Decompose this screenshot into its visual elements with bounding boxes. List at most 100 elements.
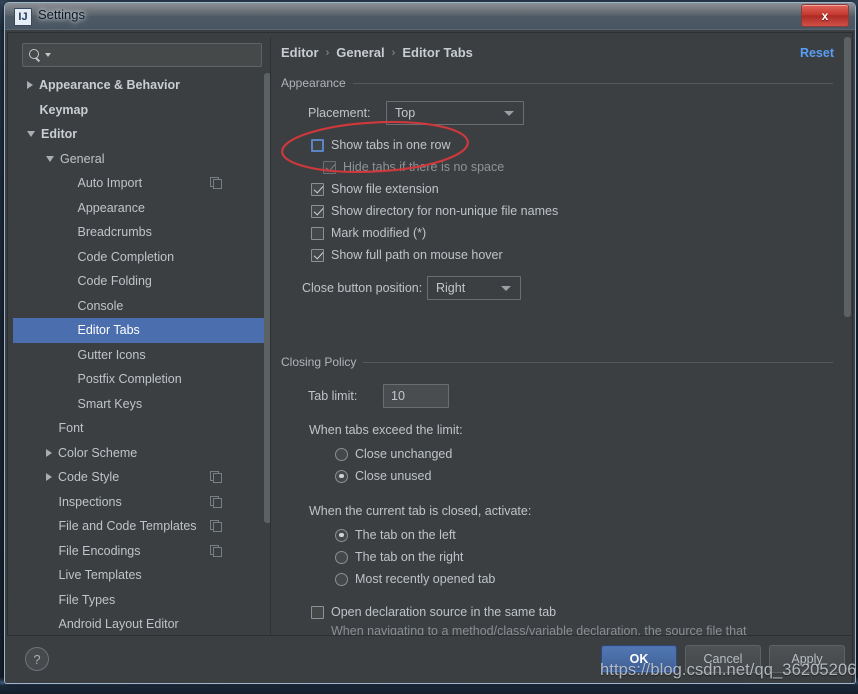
sidebar-item-gutter-icons[interactable]: Gutter Icons: [13, 343, 268, 368]
sidebar-item-editor-tabs[interactable]: Editor Tabs: [13, 318, 268, 343]
close-button-position-select[interactable]: Right: [427, 276, 521, 300]
search-icon: [29, 48, 43, 62]
sidebar-item-code-completion[interactable]: Code Completion: [13, 245, 268, 270]
sidebar-item-keymap[interactable]: Keymap: [13, 98, 268, 123]
sidebar-item-file-types[interactable]: File Types: [13, 588, 268, 613]
sidebar-item-auto-import[interactable]: Auto Import: [13, 171, 268, 196]
close-button-position-label: Close button position:: [302, 281, 423, 295]
chevron-right-icon[interactable]: [27, 81, 33, 90]
radio-close-unchanged[interactable]: [335, 447, 348, 461]
sidebar-item-font[interactable]: Font: [13, 416, 268, 441]
module-copy-icon: [210, 520, 222, 532]
sidebar-item-postfix-completion[interactable]: Postfix Completion: [13, 367, 268, 392]
checkbox-label: Show full path on mouse hover: [331, 248, 503, 262]
sidebar-item-smart-keys[interactable]: Smart Keys: [13, 392, 268, 417]
intellij-idea-icon: IJ: [14, 8, 32, 26]
settings-tree[interactable]: Appearance & Behavior Keymap Editor General…: [13, 73, 268, 665]
appearance-group-label: Appearance: [281, 76, 346, 90]
sidebar-item-file-and-code-templates[interactable]: File and Code Templates: [13, 514, 268, 539]
checkbox-hide-tabs-if-there-is-no-space[interactable]: [323, 160, 336, 174]
sidebar-item-editor[interactable]: Editor: [13, 122, 268, 147]
help-button[interactable]: ?: [25, 647, 49, 671]
screen: IJ Settings x Appearance & Behavior Keyma…: [0, 0, 858, 694]
sidebar-item-file-encodings[interactable]: File Encodings: [13, 539, 268, 564]
sidebar-item-label: Code Folding: [77, 274, 152, 289]
checkbox-show-directory-for-non-unique-file-names[interactable]: [311, 204, 324, 218]
exceed-limit-option-close-unchanged[interactable]: Close unchanged: [335, 443, 833, 465]
radio-most-recently-opened-tab[interactable]: [335, 572, 348, 586]
radio-the-tab-on-the-left[interactable]: [335, 528, 348, 542]
activate-radio-group: The tab on the left The tab on the right M…: [335, 524, 833, 590]
breadcrumb-separator-icon: ›: [391, 46, 396, 59]
checkbox-show-file-extension[interactable]: [311, 182, 324, 196]
tab-limit-field[interactable]: [383, 384, 449, 408]
sidebar-item-general[interactable]: General: [13, 147, 268, 172]
checkbox-row-show-file-extension[interactable]: Show file extension: [311, 178, 833, 200]
sidebar-item-live-templates[interactable]: Live Templates: [13, 563, 268, 588]
appearance-group-title: Appearance: [281, 75, 833, 91]
watermark: https://blog.csdn.net/qq_36205206: [600, 661, 857, 679]
sidebar-item-label: Color Scheme: [58, 445, 138, 460]
detail-pane-scrollbar[interactable]: [844, 37, 851, 667]
settings-detail-pane: Editor › General › Editor Tabs Reset App…: [274, 37, 850, 667]
checkbox-label: Show tabs in one row: [331, 138, 451, 152]
window-body: Appearance & Behavior Keymap Editor General…: [5, 29, 855, 683]
group-rule: [363, 361, 833, 363]
checkbox-row-mark-modified[interactable]: Mark modified (*): [311, 222, 833, 244]
checkbox-label: Hide tabs if there is no space: [343, 160, 505, 174]
checkbox-show-tabs-in-one-row[interactable]: [311, 138, 324, 152]
sidebar-item-label: Smart Keys: [77, 396, 143, 411]
sidebar-item-label: Console: [77, 298, 124, 313]
chevron-down-icon[interactable]: [46, 155, 54, 162]
checkbox-row-show-full-path-on-mouse-hover[interactable]: Show full path on mouse hover: [311, 244, 833, 266]
module-copy-icon: [210, 495, 222, 508]
chevron-right-icon[interactable]: [46, 473, 52, 482]
open-declaration-row[interactable]: Open declaration source in the same tab: [311, 605, 833, 619]
sidebar-item-android-layout-editor[interactable]: Android Layout Editor: [13, 612, 268, 637]
checkbox-show-full-path-on-mouse-hover[interactable]: [311, 248, 324, 262]
radio-the-tab-on-the-right[interactable]: [335, 550, 348, 564]
exceed-limit-radio-group: Close unchanged Close unused: [335, 443, 833, 487]
checkbox-row-show-tabs-in-one-row[interactable]: Show tabs in one row: [311, 134, 833, 156]
close-icon[interactable]: x: [801, 4, 849, 27]
activate-option-most-recently-opened-tab[interactable]: Most recently opened tab: [335, 568, 833, 590]
exceed-limit-label: When tabs exceed the limit:: [309, 423, 463, 437]
chevron-right-icon[interactable]: [46, 448, 52, 457]
activate-option-the-tab-on-the-right[interactable]: The tab on the right: [335, 546, 833, 568]
checkbox-row-show-directory-for-non-unique-file-names[interactable]: Show directory for non-unique file names: [311, 200, 833, 222]
placement-select[interactable]: Top: [386, 101, 524, 125]
search-box[interactable]: [22, 43, 262, 67]
sidebar-item-code-style[interactable]: Code Style: [13, 465, 268, 490]
sidebar-item-appearance-behavior[interactable]: Appearance & Behavior: [13, 73, 268, 98]
activate-label: When the current tab is closed, activate…: [309, 504, 532, 518]
exceed-limit-option-close-unused[interactable]: Close unused: [335, 465, 833, 487]
sidebar-item-inspections[interactable]: Inspections: [13, 490, 268, 515]
sidebar-item-code-folding[interactable]: Code Folding: [13, 269, 268, 294]
checkbox-label: Show directory for non-unique file names: [331, 204, 559, 218]
open-declaration-checkbox[interactable]: [311, 605, 324, 619]
breadcrumb-item-general[interactable]: General: [336, 45, 384, 60]
search-input[interactable]: [51, 47, 261, 63]
sidebar-item-console[interactable]: Console: [13, 294, 268, 319]
breadcrumb-item-editor[interactable]: Editor: [281, 45, 319, 60]
appearance-group: Appearance Placement: Top Show tabs in o…: [281, 75, 833, 300]
radio-close-unused[interactable]: [335, 469, 348, 483]
chevron-down-icon[interactable]: [27, 131, 35, 138]
sidebar-item-color-scheme[interactable]: Color Scheme: [13, 441, 268, 466]
checkbox-row-hide-tabs-if-there-is-no-space[interactable]: Hide tabs if there is no space: [323, 156, 833, 178]
tab-limit-input[interactable]: [384, 388, 448, 404]
sidebar-item-label: File Encodings: [58, 543, 141, 558]
detail-pane-scrollbar-thumb[interactable]: [844, 37, 851, 317]
activate-option-the-tab-on-the-left[interactable]: The tab on the left: [335, 524, 833, 546]
sidebar-item-breadcrumbs[interactable]: Breadcrumbs: [13, 220, 268, 245]
checkbox-mark-modified[interactable]: [311, 226, 324, 240]
sidebar-item-appearance[interactable]: Appearance: [13, 196, 268, 221]
reset-link[interactable]: Reset: [800, 46, 834, 60]
